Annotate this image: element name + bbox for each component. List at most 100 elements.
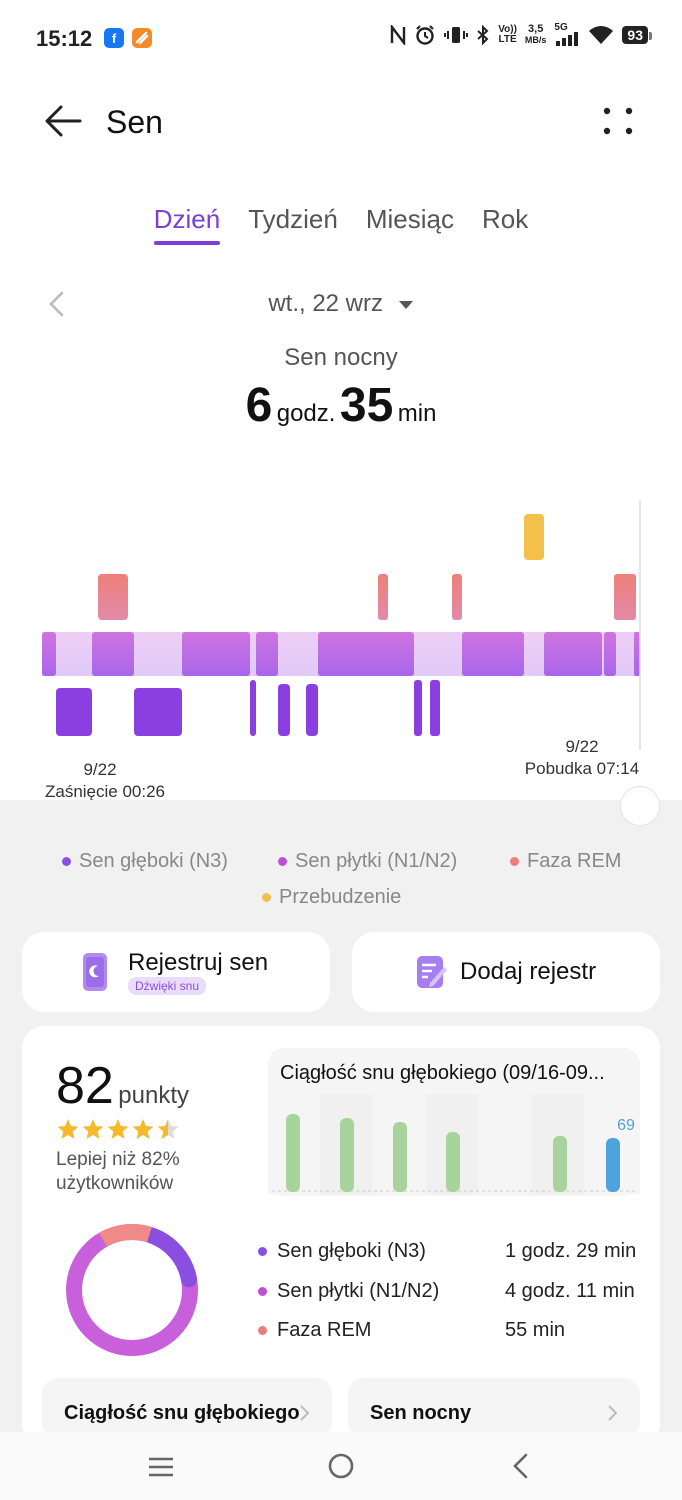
caret-down-icon <box>398 300 413 309</box>
stage-rem-segment <box>378 574 388 620</box>
breakdown-deep: Sen głęboki (N3) 1 godz. 29 min <box>258 1240 638 1263</box>
stage-rem-segment <box>98 574 128 620</box>
star-icon <box>57 1119 79 1139</box>
start-label: Zaśnięcie 00:26 <box>44 782 166 801</box>
page-title: Sen <box>106 104 163 140</box>
score-comparison: Lepiej niż 82% użytkowników <box>56 1149 180 1194</box>
donut-rem-arc <box>66 1224 198 1356</box>
stage-rem-segment <box>614 574 636 620</box>
facebook-icon: f <box>104 28 124 48</box>
date-selector[interactable]: wt., 22 wrz <box>0 290 682 318</box>
deep-continuity-link[interactable]: Ciągłość snu głębokiego <box>42 1378 332 1438</box>
record-sleep-label: Rejestruj sen <box>128 949 269 976</box>
score-value: 82 punkty <box>56 1057 190 1115</box>
stage-deep-segment <box>306 684 318 736</box>
summary-label: Sen nocny <box>284 344 398 371</box>
note-edit-icon <box>417 956 447 988</box>
sleep-phone-icon <box>83 953 107 991</box>
chevron-right-icon <box>608 1405 618 1421</box>
deep-continuity-title: Ciągłość snu głębokiego (09/16-09... <box>280 1062 605 1084</box>
stage-deep-segment <box>414 680 422 736</box>
breakdown-deep-dot <box>258 1247 267 1256</box>
night-sleep-link[interactable]: Sen nocny <box>348 1378 640 1438</box>
mini-bar-current <box>606 1138 620 1192</box>
status-icons: Vo)) LTE 3,5 MB/s 5G 93 <box>390 22 652 46</box>
legend-deep-dot <box>62 857 71 866</box>
stage-light-segment <box>256 632 278 676</box>
home-icon[interactable] <box>327 1452 355 1480</box>
star-icon <box>82 1119 104 1139</box>
legend-rem-dot <box>510 857 519 866</box>
tab-month[interactable]: Miesiąc <box>366 204 454 245</box>
stage-light-segment <box>42 632 56 676</box>
add-record-button[interactable]: Dodaj rejestr <box>352 932 660 1012</box>
legend-awake: Przebudzenie <box>262 886 401 909</box>
mini-bar <box>286 1114 300 1192</box>
legend-rem: Faza REM <box>510 850 621 873</box>
menu-icon[interactable] <box>148 1456 174 1478</box>
date-label: wt., 22 wrz <box>268 290 384 317</box>
breakdown-rem: Faza REM 55 min <box>258 1319 638 1342</box>
stage-deep-segment <box>278 684 290 736</box>
sleep-duration: 6 godz. 35 min <box>245 379 437 432</box>
end-label: Pobudka 07:14 <box>524 759 640 778</box>
arrow-left-icon[interactable] <box>44 104 82 138</box>
stage-light-segment <box>462 632 524 676</box>
tab-year[interactable]: Rok <box>482 204 528 245</box>
end-date: 9/22 <box>565 737 599 756</box>
breakdown-rem-dot <box>258 1326 267 1335</box>
start-date: 9/22 <box>83 760 117 779</box>
deep-continuity-link-label: Ciągłość snu głębokiego <box>64 1402 300 1424</box>
rating-stars <box>57 1119 179 1139</box>
night-sleep-link-label: Sen nocny <box>370 1402 472 1424</box>
breakdown-light-dot <box>258 1287 267 1296</box>
stage-deep-segment <box>56 688 92 736</box>
stage-deep-segment <box>430 680 440 736</box>
vibrate-icon <box>444 27 469 43</box>
data-speed: 3,5 MB/s <box>524 23 547 46</box>
period-tabs: Dzień Tydzień Miesiąc Rok <box>0 204 682 245</box>
stage-awake-segment <box>524 514 544 560</box>
breakdown-light: Sen płytki (N1/N2) 4 godz. 11 min <box>258 1280 638 1303</box>
record-sleep-button[interactable]: Rejestruj sen Dźwięki snu <box>22 932 330 1012</box>
legend-awake-dot <box>262 893 271 902</box>
stage-light-segment <box>634 632 640 676</box>
stage-light-segment <box>604 632 616 676</box>
nfc-icon <box>391 25 406 45</box>
legend-deep: Sen głęboki (N3) <box>62 850 228 873</box>
tab-day[interactable]: Dzień <box>153 204 221 245</box>
signal-icon: 5G <box>554 22 580 46</box>
legend-light-dot <box>278 857 287 866</box>
system-nav-bar <box>0 1432 682 1500</box>
chevron-right-icon <box>300 1405 310 1421</box>
mini-bar <box>553 1136 567 1192</box>
back-icon[interactable] <box>510 1452 530 1480</box>
tab-week[interactable]: Tydzień <box>248 204 338 245</box>
chart-scroll-handle[interactable] <box>620 786 660 826</box>
deep-continuity-card[interactable]: Ciągłość snu głębokiego (09/16-09... 69 <box>268 1048 640 1196</box>
star-icon <box>157 1119 179 1139</box>
donut-deep-arc <box>66 1224 198 1356</box>
battery-indicator: 93 <box>622 26 652 44</box>
volte-icon: Vo)) LTE <box>498 24 517 45</box>
mini-bar <box>393 1122 407 1192</box>
status-time: 15:12 <box>36 26 93 51</box>
orange-app-icon <box>132 28 152 48</box>
stage-deep-segment <box>250 680 256 736</box>
mini-bar-value: 69 <box>617 1117 635 1134</box>
bluetooth-icon <box>477 25 489 45</box>
more-dots-icon[interactable] <box>600 106 636 136</box>
stage-rem-segment <box>452 574 462 620</box>
mini-bar <box>340 1118 354 1192</box>
stage-light-segment <box>318 632 414 676</box>
star-icon <box>107 1119 129 1139</box>
stage-light-segment <box>92 632 134 676</box>
alarm-icon <box>416 25 434 45</box>
stage-deep-segment <box>134 688 182 736</box>
add-record-label: Dodaj rejestr <box>460 958 597 985</box>
star-icon <box>132 1119 154 1139</box>
deep-continuity-mini-chart: 69 <box>268 1094 640 1194</box>
legend-light: Sen płytki (N1/N2) <box>278 850 457 873</box>
sleep-stage-chart <box>42 500 641 750</box>
wifi-icon <box>589 26 614 44</box>
